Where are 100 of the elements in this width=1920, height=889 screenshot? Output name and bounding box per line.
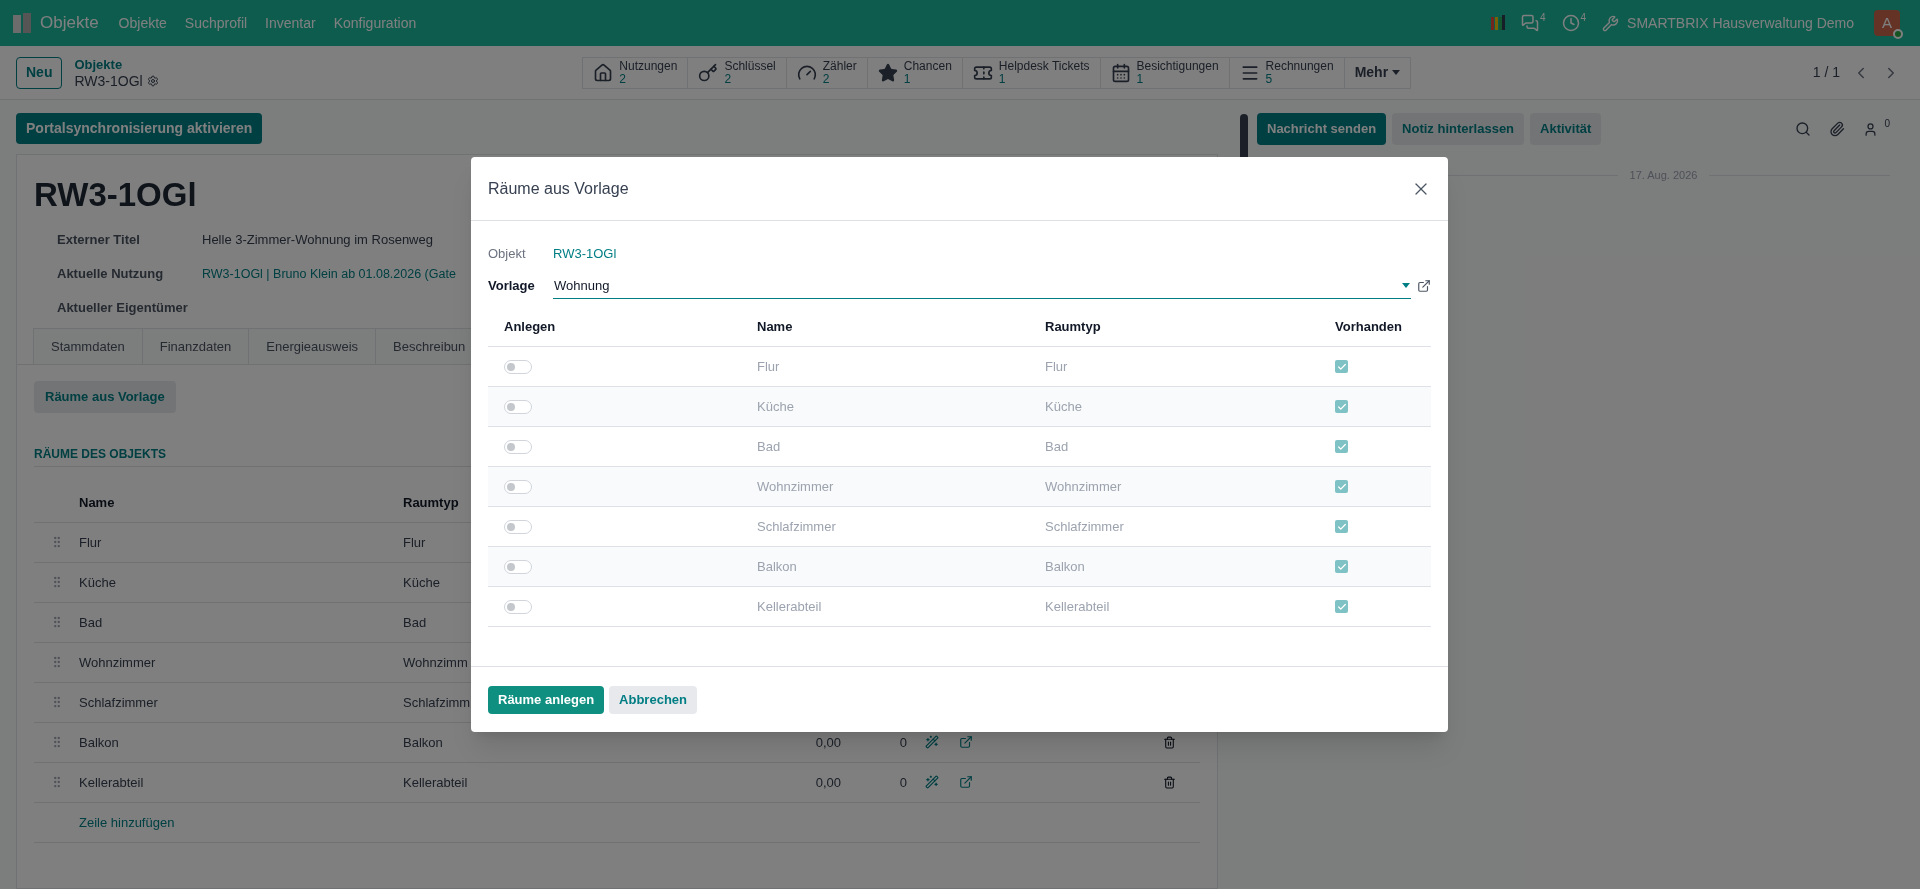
paperclip-icon[interactable] <box>1829 121 1846 137</box>
table-cell: Flur <box>403 534 426 550</box>
table-cell: Schlafzimmer <box>79 694 158 710</box>
table-cell-text: Wohnzimmer <box>757 477 834 496</box>
field-label: Objekt <box>488 245 527 264</box>
star-icon <box>877 62 898 83</box>
pager-value[interactable]: 1 / 1 <box>1812 62 1840 83</box>
toggle-switch[interactable] <box>504 559 532 574</box>
table-cell: Balkon <box>79 734 119 750</box>
settings-icon[interactable] <box>146 74 159 87</box>
chatter-button[interactable]: Aktivität <box>1530 113 1602 145</box>
activity-count: 4 <box>1580 11 1587 25</box>
menu-item[interactable]: Inventar <box>265 12 316 34</box>
user-avatar[interactable]: A <box>1874 10 1900 36</box>
table-cell: Schlafzimm <box>403 694 471 710</box>
trash-icon[interactable] <box>1163 735 1176 749</box>
table-cell-text: Küche <box>1045 397 1082 416</box>
table-cell: Küche <box>403 574 440 590</box>
stat-button[interactable]: Zähler 2 <box>785 56 868 89</box>
record-name: RW3-1OGl <box>74 72 143 89</box>
table-cell: Wohnzimmer <box>79 654 156 670</box>
table-cell: Flur <box>79 534 102 550</box>
toggle-switch[interactable] <box>504 359 532 374</box>
more-dropdown[interactable]: Mehr <box>1343 56 1412 89</box>
key-icon <box>698 62 719 83</box>
table-cell-text: 0,00 <box>815 773 841 792</box>
message-count: 4 <box>1539 11 1546 25</box>
stat-button[interactable]: Chancen 1 <box>866 56 963 89</box>
stat-button[interactable]: Rechnungen 5 <box>1228 56 1345 89</box>
table-cell: Bad <box>403 614 427 630</box>
search-icon[interactable] <box>1795 121 1812 137</box>
table-cell-text: Küche <box>757 397 794 416</box>
field-link[interactable]: RW3-1OGl | Bruno Klein ab 01.08.2026 (Gate <box>202 264 456 284</box>
stat-button[interactable]: Nutzungen 2 <box>582 56 689 89</box>
caret-icon <box>1392 70 1401 75</box>
table-cell: Balkon <box>403 734 443 750</box>
column-header[interactable]: Anlegen <box>504 316 556 337</box>
column-header[interactable]: Raumtyp <box>403 492 459 513</box>
breadcrumb-link[interactable]: Objekte <box>74 56 415 73</box>
table-cell-text: Wohnzimmer <box>1045 477 1122 496</box>
dialog-button[interactable]: Abbrechen <box>609 685 697 714</box>
follower-icon[interactable] <box>1863 121 1879 137</box>
table-cell-text: Kellerabteil <box>757 597 822 616</box>
magic-wand-icon[interactable] <box>925 775 939 790</box>
column-header[interactable]: Name <box>79 492 403 513</box>
column-header[interactable]: Name <box>757 316 793 337</box>
building-logo-icon <box>12 12 32 34</box>
striped-logo-icon[interactable] <box>1490 15 1505 31</box>
record-title: RW3-1OGl <box>34 174 197 215</box>
table-cell-text: Balkon <box>757 557 797 576</box>
toggle-switch[interactable] <box>504 599 532 614</box>
toggle-switch[interactable] <box>504 519 532 534</box>
calendar-icon <box>1110 62 1131 83</box>
magic-wand-icon[interactable] <box>925 735 939 750</box>
table-cell: Wohnzimm <box>403 654 468 670</box>
company-name[interactable]: SMARTBRIX Hausverwaltung Demo <box>1627 12 1854 34</box>
clock-icon[interactable] <box>1561 14 1580 32</box>
dialog-button[interactable]: Räume anlegen <box>488 685 605 714</box>
external-link-icon[interactable] <box>959 775 973 790</box>
field-label: Vorlage <box>488 277 536 296</box>
chatter-button[interactable]: Notiz hinterlassen <box>1392 113 1525 145</box>
caret-icon <box>1402 283 1410 288</box>
toggle-switch[interactable] <box>504 399 532 414</box>
chat-icon[interactable] <box>1520 14 1539 32</box>
stat-button[interactable]: Helpdesk Tickets 1 <box>961 56 1101 89</box>
new-button[interactable]: Neu <box>16 56 63 89</box>
app-title[interactable]: Objekte <box>40 10 99 36</box>
dialog-title: Räume aus Vorlage <box>488 178 629 199</box>
column-header[interactable]: Raumtyp <box>1045 316 1101 337</box>
menu-item[interactable]: Konfiguration <box>333 12 417 34</box>
wrench-icon[interactable] <box>1602 14 1620 32</box>
stat-button[interactable]: Besichtigungen 1 <box>1099 56 1230 89</box>
table-cell-text: 0 <box>899 773 907 792</box>
field-value: Helle 3-Zimmer-Wohnung im Rosenweg <box>202 231 433 250</box>
column-header[interactable]: Vorhanden <box>1335 316 1402 337</box>
stat-button[interactable]: Schlüssel 2 <box>687 56 787 89</box>
toggle-switch[interactable] <box>504 479 532 494</box>
portal-sync-button[interactable]: Portalsynchronisierung aktivieren <box>16 113 263 144</box>
menu-item[interactable]: Suchprofil <box>184 12 248 34</box>
table-cell: Bad <box>79 614 103 630</box>
table-cell-text: Flur <box>757 357 780 376</box>
chatter-button[interactable]: Nachricht senden <box>1257 113 1387 145</box>
table-cell-text: Balkon <box>1045 557 1085 576</box>
trash-icon[interactable] <box>1163 775 1176 789</box>
table-cell-text: Schlafzimmer <box>1045 517 1124 536</box>
add-line-link[interactable]: Zeile hinzufügen <box>79 812 175 833</box>
table-cell: Kellerabteil <box>79 774 144 790</box>
external-link-icon[interactable] <box>1417 279 1431 293</box>
online-status-icon <box>1893 29 1903 39</box>
menu-item[interactable]: Objekte <box>118 12 167 34</box>
form-tab[interactable]: Stammdaten <box>33 327 143 365</box>
follower-count: 0 <box>1884 116 1890 131</box>
external-link-icon[interactable] <box>959 735 973 750</box>
rooms-template-button[interactable]: Räume aus Vorlage <box>34 380 176 413</box>
toggle-switch[interactable] <box>504 439 532 454</box>
template-select[interactable]: Wohnung <box>553 273 1411 299</box>
home-icon <box>593 62 614 83</box>
field-label: Externer Titel <box>57 231 141 250</box>
table-cell-text: 0 <box>899 733 907 752</box>
object-link[interactable]: RW3-1OGl <box>553 244 617 264</box>
